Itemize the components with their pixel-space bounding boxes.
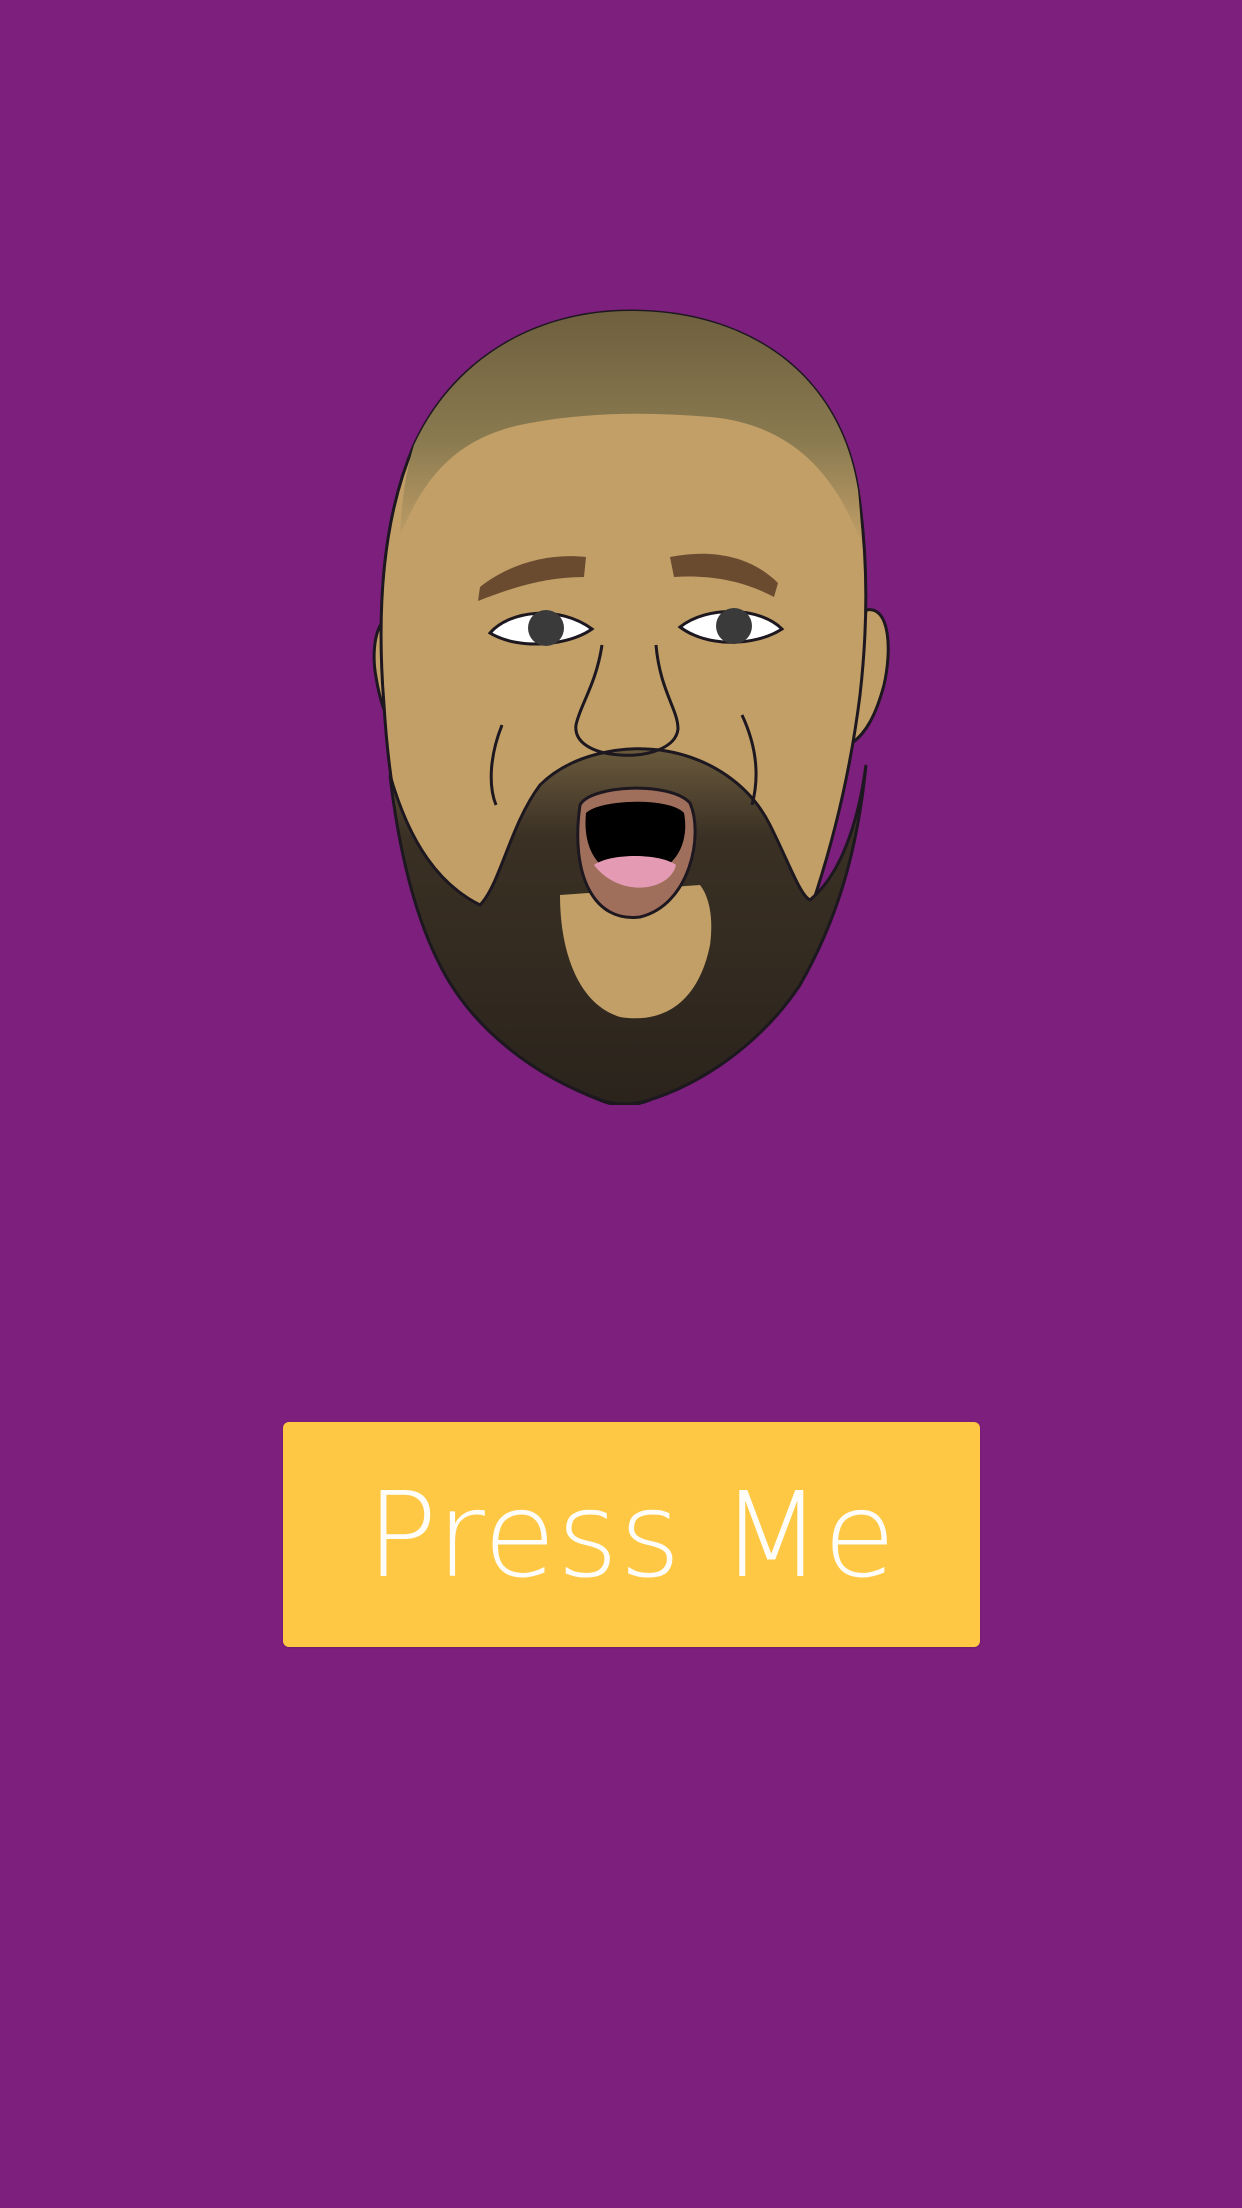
press-me-button[interactable]: Press Me [283,1422,980,1647]
press-me-label: Press Me [366,1465,897,1604]
cartoon-face-icon [372,309,890,1105]
app-screen: Press Me [0,0,1242,2208]
